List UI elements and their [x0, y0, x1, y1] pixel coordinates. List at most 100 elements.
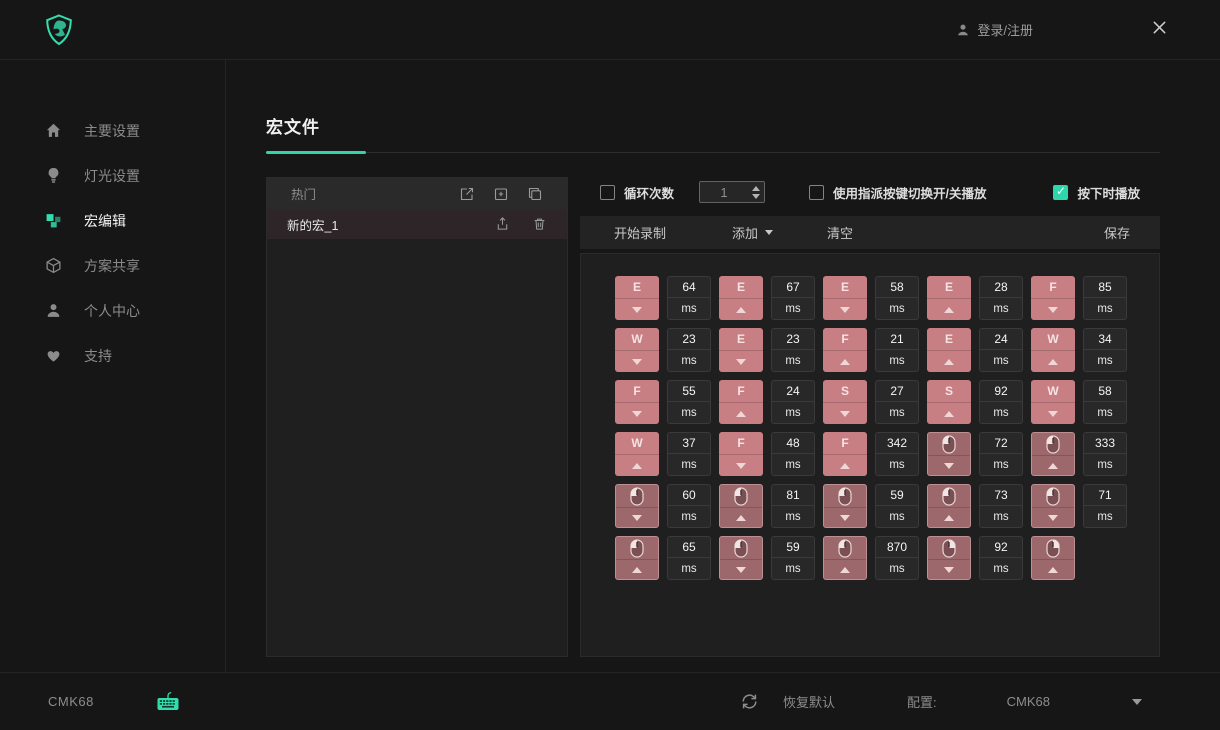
- event-key-cell[interactable]: W: [1031, 328, 1075, 372]
- delete-macro-icon[interactable]: [532, 216, 547, 232]
- loop-count-checkbox[interactable]: [600, 185, 615, 200]
- event-key-cell[interactable]: E: [719, 328, 763, 372]
- event-key-cell[interactable]: E: [927, 276, 971, 320]
- save-button[interactable]: 保存: [1104, 223, 1130, 242]
- import-macro-icon[interactable]: [493, 186, 509, 202]
- event-key-cell[interactable]: F: [823, 328, 867, 372]
- add-event-button[interactable]: 添加: [732, 223, 773, 242]
- sidebar-item-个人中心[interactable]: 个人中心: [0, 288, 225, 333]
- macro-event: E24ms: [927, 328, 1023, 372]
- event-key-cell[interactable]: [823, 536, 867, 580]
- event-key-cell[interactable]: [927, 536, 971, 580]
- login-register-button[interactable]: 登录/注册: [956, 20, 1033, 39]
- play-on-press-checkbox[interactable]: [1053, 185, 1068, 200]
- event-key-cell[interactable]: F: [1031, 276, 1075, 320]
- keyboard-icon[interactable]: [156, 691, 180, 712]
- event-key-cell[interactable]: W: [615, 328, 659, 372]
- start-record-button[interactable]: 开始录制: [614, 223, 666, 242]
- restore-default-button[interactable]: 恢复默认: [783, 692, 835, 711]
- event-key-cell[interactable]: [615, 484, 659, 528]
- event-delay-cell[interactable]: 59ms: [771, 536, 815, 580]
- event-delay-cell[interactable]: 58ms: [875, 276, 919, 320]
- event-delay-cell[interactable]: 333ms: [1083, 432, 1127, 476]
- event-key-cell[interactable]: [927, 432, 971, 476]
- event-delay-cell[interactable]: 58ms: [1083, 380, 1127, 424]
- macro-event-panel: E64msE67msE58msE28msF85msW23msE23msF21ms…: [580, 253, 1160, 657]
- delay-unit: ms: [980, 558, 1022, 579]
- event-delay-cell[interactable]: 67ms: [771, 276, 815, 320]
- event-key-cell[interactable]: F: [823, 432, 867, 476]
- event-delay-cell[interactable]: 60ms: [667, 484, 711, 528]
- spinner-up-icon[interactable]: [752, 186, 760, 191]
- sidebar-item-灯光设置[interactable]: 灯光设置: [0, 153, 225, 198]
- event-delay-cell[interactable]: 81ms: [771, 484, 815, 528]
- event-key-cell[interactable]: F: [719, 432, 763, 476]
- assigned-key-toggle-checkbox[interactable]: [809, 185, 824, 200]
- export-macro-icon[interactable]: [495, 216, 510, 232]
- macro-event: W58ms: [1031, 380, 1127, 424]
- event-delay-cell[interactable]: 92ms: [979, 536, 1023, 580]
- macro-list-item[interactable]: 新的宏_1: [267, 209, 567, 239]
- content-row: 热门 新的宏_1: [266, 177, 1160, 657]
- event-key-cell[interactable]: W: [1031, 380, 1075, 424]
- delay-unit: ms: [668, 350, 710, 371]
- event-key-cell[interactable]: [823, 484, 867, 528]
- event-delay-cell[interactable]: 59ms: [875, 484, 919, 528]
- event-key-cell[interactable]: F: [719, 380, 763, 424]
- event-delay-cell[interactable]: 870ms: [875, 536, 919, 580]
- event-key-cell[interactable]: [719, 484, 763, 528]
- event-delay-cell[interactable]: 37ms: [667, 432, 711, 476]
- event-key-cell[interactable]: [615, 536, 659, 580]
- event-delay-cell[interactable]: 27ms: [875, 380, 919, 424]
- event-delay-cell[interactable]: 85ms: [1083, 276, 1127, 320]
- sidebar-item-支持[interactable]: 支持: [0, 333, 225, 378]
- event-delay-cell[interactable]: 24ms: [771, 380, 815, 424]
- event-key-cell[interactable]: E: [719, 276, 763, 320]
- event-key-cell[interactable]: [1031, 432, 1075, 476]
- event-key-cell[interactable]: S: [927, 380, 971, 424]
- event-delay-cell[interactable]: 21ms: [875, 328, 919, 372]
- event-key-cell[interactable]: F: [615, 380, 659, 424]
- loop-count-arrows[interactable]: [748, 182, 764, 202]
- delay-value: 73: [980, 485, 1022, 506]
- event-delay-cell[interactable]: 64ms: [667, 276, 711, 320]
- event-key-cell[interactable]: [719, 536, 763, 580]
- event-key-cell[interactable]: W: [615, 432, 659, 476]
- event-key-cell[interactable]: E: [927, 328, 971, 372]
- event-delay-cell[interactable]: 72ms: [979, 432, 1023, 476]
- event-key-cell[interactable]: S: [823, 380, 867, 424]
- delay-unit: ms: [772, 506, 814, 527]
- sidebar-item-宏编辑[interactable]: 宏编辑: [0, 198, 225, 243]
- event-delay-cell[interactable]: 23ms: [771, 328, 815, 372]
- refresh-icon[interactable]: [740, 693, 759, 710]
- copy-macro-icon[interactable]: [527, 186, 543, 202]
- event-delay-cell[interactable]: 342ms: [875, 432, 919, 476]
- event-delay-cell[interactable]: 92ms: [979, 380, 1023, 424]
- event-key-cell[interactable]: [927, 484, 971, 528]
- key-down-icon: [944, 567, 954, 573]
- event-delay-cell[interactable]: 73ms: [979, 484, 1023, 528]
- event-key-cell[interactable]: [1031, 536, 1075, 580]
- close-button[interactable]: [1151, 19, 1168, 41]
- profile-chevron-down-icon[interactable]: [1132, 699, 1142, 705]
- event-delay-cell[interactable]: 55ms: [667, 380, 711, 424]
- sidebar-item-主要设置[interactable]: 主要设置: [0, 108, 225, 153]
- event-delay-cell[interactable]: 65ms: [667, 536, 711, 580]
- event-key-cell[interactable]: [1031, 484, 1075, 528]
- event-delay-cell[interactable]: 34ms: [1083, 328, 1127, 372]
- event-delay-cell[interactable]: 71ms: [1083, 484, 1127, 528]
- new-macro-icon[interactable]: [459, 186, 475, 202]
- spinner-down-icon[interactable]: [752, 194, 760, 199]
- event-key-cell[interactable]: E: [823, 276, 867, 320]
- event-key-cell[interactable]: E: [615, 276, 659, 320]
- event-delay-cell[interactable]: 48ms: [771, 432, 815, 476]
- event-delay-cell[interactable]: 24ms: [979, 328, 1023, 372]
- event-delay-cell[interactable]: 28ms: [979, 276, 1023, 320]
- profile-select[interactable]: CMK68: [1007, 694, 1050, 709]
- loop-count-stepper[interactable]: 1: [699, 181, 765, 203]
- delay-value: 59: [876, 485, 918, 506]
- macro-toolbar: 开始录制 添加 清空 保存: [580, 216, 1160, 249]
- sidebar-item-方案共享[interactable]: 方案共享: [0, 243, 225, 288]
- event-delay-cell[interactable]: 23ms: [667, 328, 711, 372]
- clear-button[interactable]: 清空: [827, 223, 853, 242]
